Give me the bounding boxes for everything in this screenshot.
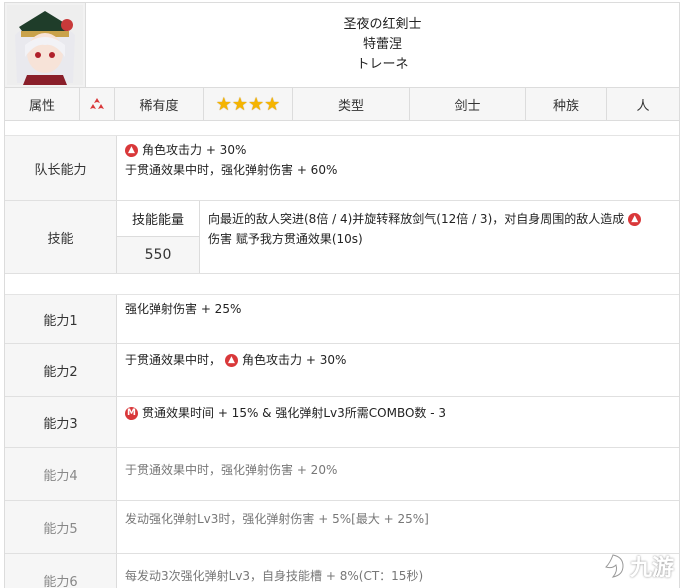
ability-row-1: 能力1 强化弹射伤害 + 25%	[5, 295, 679, 344]
star-icon: ★	[215, 93, 232, 115]
skill-label: 技能	[5, 201, 117, 273]
ability-5-value: 发动强化弹射Lv3时，强化弹射伤害 + 5%[最大 + 25%]	[117, 501, 679, 553]
ability-1-value: 强化弹射伤害 + 25%	[117, 295, 679, 343]
name-zh: 圣夜の红剣士	[343, 17, 422, 32]
ability-6-value: 每发动3次强化弹射Lv3，自身技能槽 + 8%(CT：15秒)	[117, 554, 679, 588]
ability-3-value: M 贯通效果时间 + 15% & 强化弹射Lv3所需COMBO数 - 3	[117, 397, 679, 447]
ability-row-2: 能力2 于贯通效果中时， ▲ 角色攻击力 + 30%	[5, 344, 679, 397]
star-icon: ★	[231, 93, 248, 115]
watermark-icon	[605, 554, 624, 578]
leader-ability-label: 队长能力	[5, 136, 117, 200]
skill-desc-1: 向最近的敌人突进(8倍 / 4)并旋转释放剑气(12倍 / 3)，对自身周围的敌…	[208, 212, 625, 226]
name-kana: トレーネ	[356, 57, 409, 72]
ability-3-label: 能力3	[5, 397, 117, 447]
fire-badge-icon: ▲	[225, 353, 239, 367]
ability-1-label: 能力1	[5, 295, 117, 343]
leader-ability-value: ▲ 角色攻击力 + 30% 于贯通效果中时，强化弹射伤害 + 60%	[117, 136, 679, 200]
rarity-label: 稀有度	[115, 88, 204, 120]
ability-6-label: 能力6	[5, 554, 117, 588]
star-icon: ★	[248, 93, 265, 115]
skill-description: 向最近的敌人突进(8倍 / 4)并旋转释放剑气(12倍 / 3)，对自身周围的敌…	[200, 201, 679, 273]
skill-row: 技能 技能能量 550 向最近的敌人突进(8倍 / 4)并旋转释放剑气(12倍 …	[5, 201, 679, 274]
watermark-logo: 九游	[600, 550, 674, 582]
skill-desc-2: 伤害 赋予我方贯通效果(10s)	[208, 232, 363, 246]
skill-energy-label: 技能能量	[117, 201, 199, 237]
fire-element-icon	[80, 88, 115, 120]
character-page: 圣夜の红剣士 特蕾涅 トレーネ 属性 稀有度 ★ ★ ★ ★ 类型 剑士 种族 人	[0, 0, 682, 588]
character-names: 圣夜の红剣士 特蕾涅 トレーネ	[86, 3, 679, 87]
skill-energy-value: 550	[117, 237, 199, 273]
ability-2-label: 能力2	[5, 344, 117, 396]
leader-ability-row: 队长能力 ▲ 角色攻击力 + 30% 于贯通效果中时，强化弹射伤害 + 60%	[5, 136, 679, 201]
ability-row-6: 能力6 每发动3次强化弹射Lv3，自身技能槽 + 8%(CT：15秒)	[5, 554, 679, 588]
m-badge-icon: M	[125, 406, 138, 420]
rarity-stars: ★ ★ ★ ★	[204, 88, 293, 120]
race-value: 人	[636, 98, 650, 114]
element-label: 属性	[5, 88, 80, 120]
ability-2-text: 角色攻击力 + 30%	[242, 353, 347, 367]
ability-4-text: 于贯通效果中时，强化弹射伤害 + 20%	[125, 463, 338, 477]
fire-badge-icon: ▲	[628, 212, 642, 226]
ability-row-5: 能力5 发动强化弹射Lv3时，强化弹射伤害 + 5%[最大 + 25%]	[5, 501, 679, 554]
ability-6-text: 每发动3次强化弹射Lv3，自身技能槽 + 8%(CT：15秒)	[125, 569, 424, 583]
spacer	[5, 121, 679, 136]
character-header: 圣夜の红剣士 特蕾涅 トレーネ	[5, 3, 679, 88]
ability-row-4: 能力4 于贯通效果中时，强化弹射伤害 + 20%	[5, 448, 679, 501]
name-jp: 特蕾涅	[362, 37, 402, 52]
skill-energy: 技能能量 550	[117, 201, 200, 273]
attribute-row: 属性 稀有度 ★ ★ ★ ★ 类型 剑士 种族 人	[5, 88, 679, 121]
ability-2-value: 于贯通效果中时， ▲ 角色攻击力 + 30%	[117, 344, 679, 396]
ability-4-value: 于贯通效果中时，强化弹射伤害 + 20%	[117, 448, 679, 500]
type-value: 剑士	[410, 88, 526, 120]
spacer	[5, 274, 679, 295]
fire-badge-icon: ▲	[125, 143, 138, 157]
ability-row-3: 能力3 M 贯通效果时间 + 15% & 强化弹射Lv3所需COMBO数 - 3	[5, 397, 679, 448]
character-table: 圣夜の红剣士 特蕾涅 トレーネ 属性 稀有度 ★ ★ ★ ★ 类型 剑士 种族 人	[4, 2, 680, 588]
ability-4-label: 能力4	[5, 448, 117, 500]
leader-line-2: 于贯通效果中时，强化弹射伤害 + 60%	[125, 163, 338, 177]
character-portrait	[5, 3, 86, 87]
star-icon: ★	[264, 93, 281, 115]
race-label: 种族	[526, 88, 607, 120]
ability-2-pre: 于贯通效果中时，	[125, 353, 222, 367]
ability-3-text: 贯通效果时间 + 15% & 强化弹射Lv3所需COMBO数 - 3	[142, 406, 447, 420]
leader-line-1: 角色攻击力 + 30%	[142, 143, 247, 157]
ability-5-text: 发动强化弹射Lv3时，强化弹射伤害 + 5%[最大 + 25%]	[125, 512, 429, 526]
type-label: 类型	[293, 88, 410, 120]
ability-1-text: 强化弹射伤害 + 25%	[125, 302, 242, 316]
watermark-text: 九游	[629, 556, 674, 581]
ability-5-label: 能力5	[5, 501, 117, 553]
